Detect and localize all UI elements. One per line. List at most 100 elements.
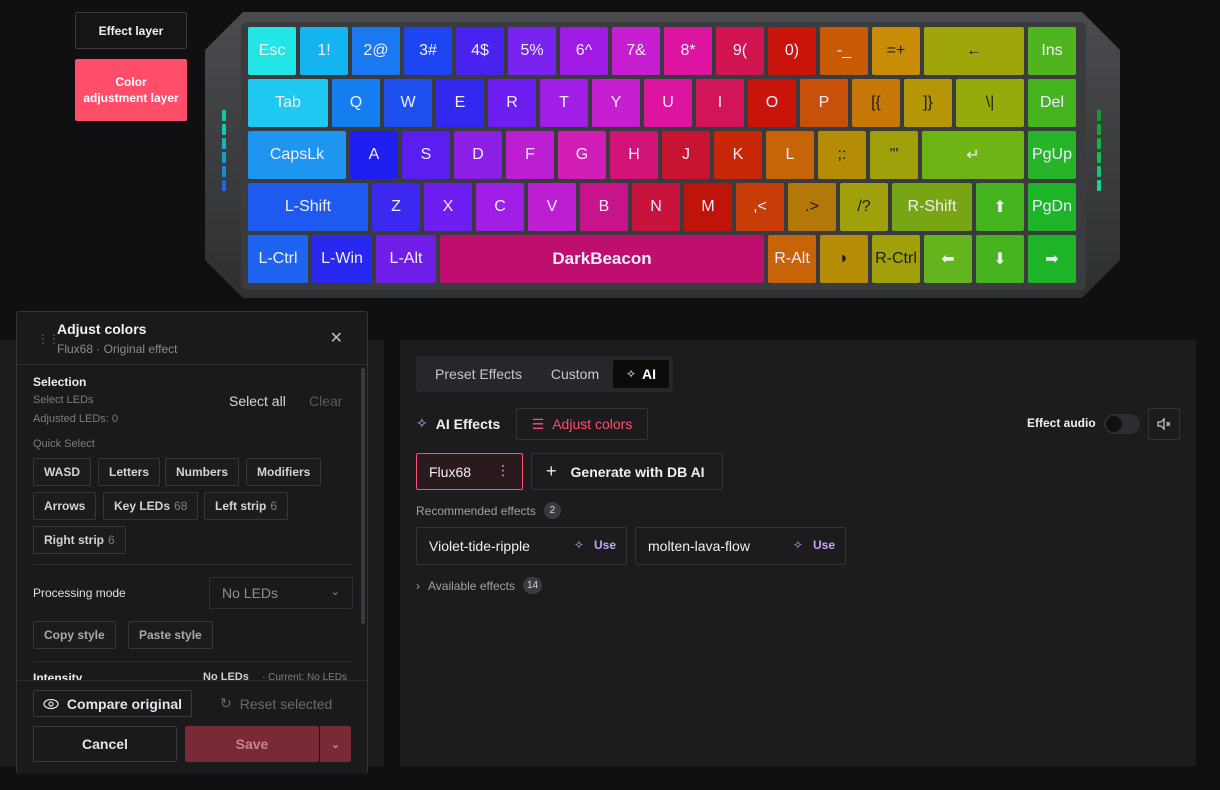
key-v[interactable]: V (528, 183, 576, 231)
scrollbar[interactable] (361, 368, 365, 624)
key-l-ctrl[interactable]: L-Ctrl (248, 235, 308, 283)
key-symbol-4-9[interactable]: ➡ (1028, 235, 1076, 283)
key-r-shift[interactable]: R-Shift (892, 183, 972, 231)
key-l-alt[interactable]: L-Alt (376, 235, 436, 283)
key-a[interactable]: A (350, 131, 398, 179)
key-u[interactable]: U (644, 79, 692, 127)
cancel-button[interactable]: Cancel (33, 726, 177, 762)
left-led-strip[interactable] (222, 110, 226, 191)
tab-custom[interactable]: Custom (540, 360, 610, 388)
key-z[interactable]: Z (372, 183, 420, 231)
save-button[interactable]: Save (185, 726, 319, 762)
key-b[interactable]: B (580, 183, 628, 231)
key-3[interactable]: 3# (404, 27, 452, 75)
current-effect-button[interactable]: Flux68 ⋮ (416, 453, 523, 490)
key-6[interactable]: 6^ (560, 27, 608, 75)
tab-preset-effects[interactable]: Preset Effects (420, 360, 537, 388)
key-d[interactable]: D (454, 131, 502, 179)
key-8[interactable]: 8* (664, 27, 712, 75)
key-n[interactable]: N (632, 183, 680, 231)
key-pgup[interactable]: PgUp (1028, 131, 1076, 179)
key-c[interactable]: C (476, 183, 524, 231)
key-darkbeacon[interactable]: DarkBeacon (440, 235, 764, 283)
chip-left-strip[interactable]: Left strip 6 (204, 492, 289, 520)
recommended-effect-card[interactable]: Violet-tide-ripple ✧ Use (416, 527, 627, 565)
key-l-shift[interactable]: L-Shift (248, 183, 368, 231)
key-esc[interactable]: Esc (248, 27, 296, 75)
key-p[interactable]: P (800, 79, 848, 127)
clear-button[interactable]: Clear (309, 393, 342, 409)
key-symbol-4-7[interactable]: ⬅ (924, 235, 972, 283)
key-r-alt[interactable]: R-Alt (768, 235, 816, 283)
reset-selected-button[interactable]: ↻ Reset selected (220, 695, 332, 712)
processing-mode-select[interactable]: No LEDs ⌄ (209, 577, 353, 609)
key-5[interactable]: 5% (508, 27, 556, 75)
chip-modifiers[interactable]: Modifiers (246, 458, 322, 486)
key-ins[interactable]: Ins (1028, 27, 1076, 75)
key-q[interactable]: Q (332, 79, 380, 127)
key-symbol-3-12[interactable]: ⬆ (976, 183, 1024, 231)
tab-ai[interactable]: ✧ AI (613, 360, 669, 388)
effect-layer-button[interactable]: Effect layer (75, 12, 187, 49)
chip-key-leds[interactable]: Key LEDs 68 (103, 492, 199, 520)
key-1[interactable]: 1! (300, 27, 348, 75)
key-r[interactable]: R (488, 79, 536, 127)
key-7[interactable]: 7& (612, 27, 660, 75)
key-del[interactable]: Del (1028, 79, 1076, 127)
key-pgdn[interactable]: PgDn (1028, 183, 1076, 231)
key-symbol-1-13[interactable]: \| (956, 79, 1024, 127)
key-f[interactable]: F (506, 131, 554, 179)
select-all-button[interactable]: Select all (229, 393, 286, 409)
key-i[interactable]: I (696, 79, 744, 127)
key-y[interactable]: Y (592, 79, 640, 127)
key-l[interactable]: L (766, 131, 814, 179)
key-symbol-1-11[interactable]: [{ (852, 79, 900, 127)
compare-original-button[interactable]: Compare original (33, 690, 192, 717)
key-symbol-3-10[interactable]: /? (840, 183, 888, 231)
chip-wasd[interactable]: WASD (33, 458, 91, 486)
available-effects-toggle[interactable]: › Available effects 14 (416, 577, 543, 594)
key-4[interactable]: 4$ (456, 27, 504, 75)
key-g[interactable]: G (558, 131, 606, 179)
key-symbol-2-10[interactable]: ;: (818, 131, 866, 179)
key-l-win[interactable]: L-Win (312, 235, 372, 283)
use-button[interactable]: ✧ Use (793, 538, 835, 552)
key-h[interactable]: H (610, 131, 658, 179)
use-button[interactable]: ✧ Use (574, 538, 616, 552)
chip-letters[interactable]: Letters (98, 458, 161, 486)
chip-arrows[interactable]: Arrows (33, 492, 97, 520)
key-j[interactable]: J (662, 131, 710, 179)
key-t[interactable]: T (540, 79, 588, 127)
key-k[interactable]: K (714, 131, 762, 179)
color-adjustment-layer-button[interactable]: Color adjustment layer (75, 59, 187, 121)
key-e[interactable]: E (436, 79, 484, 127)
key-2[interactable]: 2@ (352, 27, 400, 75)
key-9[interactable]: 9( (716, 27, 764, 75)
save-options-chevron-icon[interactable]: ⌄ (320, 726, 351, 762)
key-capslk[interactable]: CapsLk (248, 131, 346, 179)
key-symbol-4-5[interactable]: ◗ (820, 235, 868, 283)
recommended-effect-card[interactable]: molten-lava-flow ✧ Use (635, 527, 846, 565)
key-s[interactable]: S (402, 131, 450, 179)
key-symbol-2-12[interactable]: ↵ (922, 131, 1024, 179)
close-icon[interactable]: ✕ (330, 328, 343, 348)
copy-style-button[interactable]: Copy style (33, 621, 116, 649)
key-symbol-0-11[interactable]: -_ (820, 27, 868, 75)
key-x[interactable]: X (424, 183, 472, 231)
key-symbol-0-13[interactable]: ← (924, 27, 1024, 75)
effect-audio-toggle[interactable] (1104, 414, 1140, 434)
key-m[interactable]: M (684, 183, 732, 231)
chip-right-strip[interactable]: Right strip 6 (33, 526, 126, 554)
key-r-ctrl[interactable]: R-Ctrl (872, 235, 920, 283)
more-options-icon[interactable]: ⋮ (496, 462, 510, 479)
generate-with-ai-button[interactable]: + Generate with DB AI (531, 453, 723, 490)
key-0[interactable]: 0) (768, 27, 816, 75)
drag-handle-icon[interactable]: ⋮⋮ (37, 332, 60, 346)
adjust-colors-button[interactable]: ☰ Adjust colors (516, 408, 648, 440)
paste-style-button[interactable]: Paste style (128, 621, 213, 649)
key-w[interactable]: W (384, 79, 432, 127)
key-symbol-3-8[interactable]: ,< (736, 183, 784, 231)
key-tab[interactable]: Tab (248, 79, 328, 127)
chip-numbers[interactable]: Numbers (165, 458, 240, 486)
key-symbol-3-9[interactable]: .> (788, 183, 836, 231)
